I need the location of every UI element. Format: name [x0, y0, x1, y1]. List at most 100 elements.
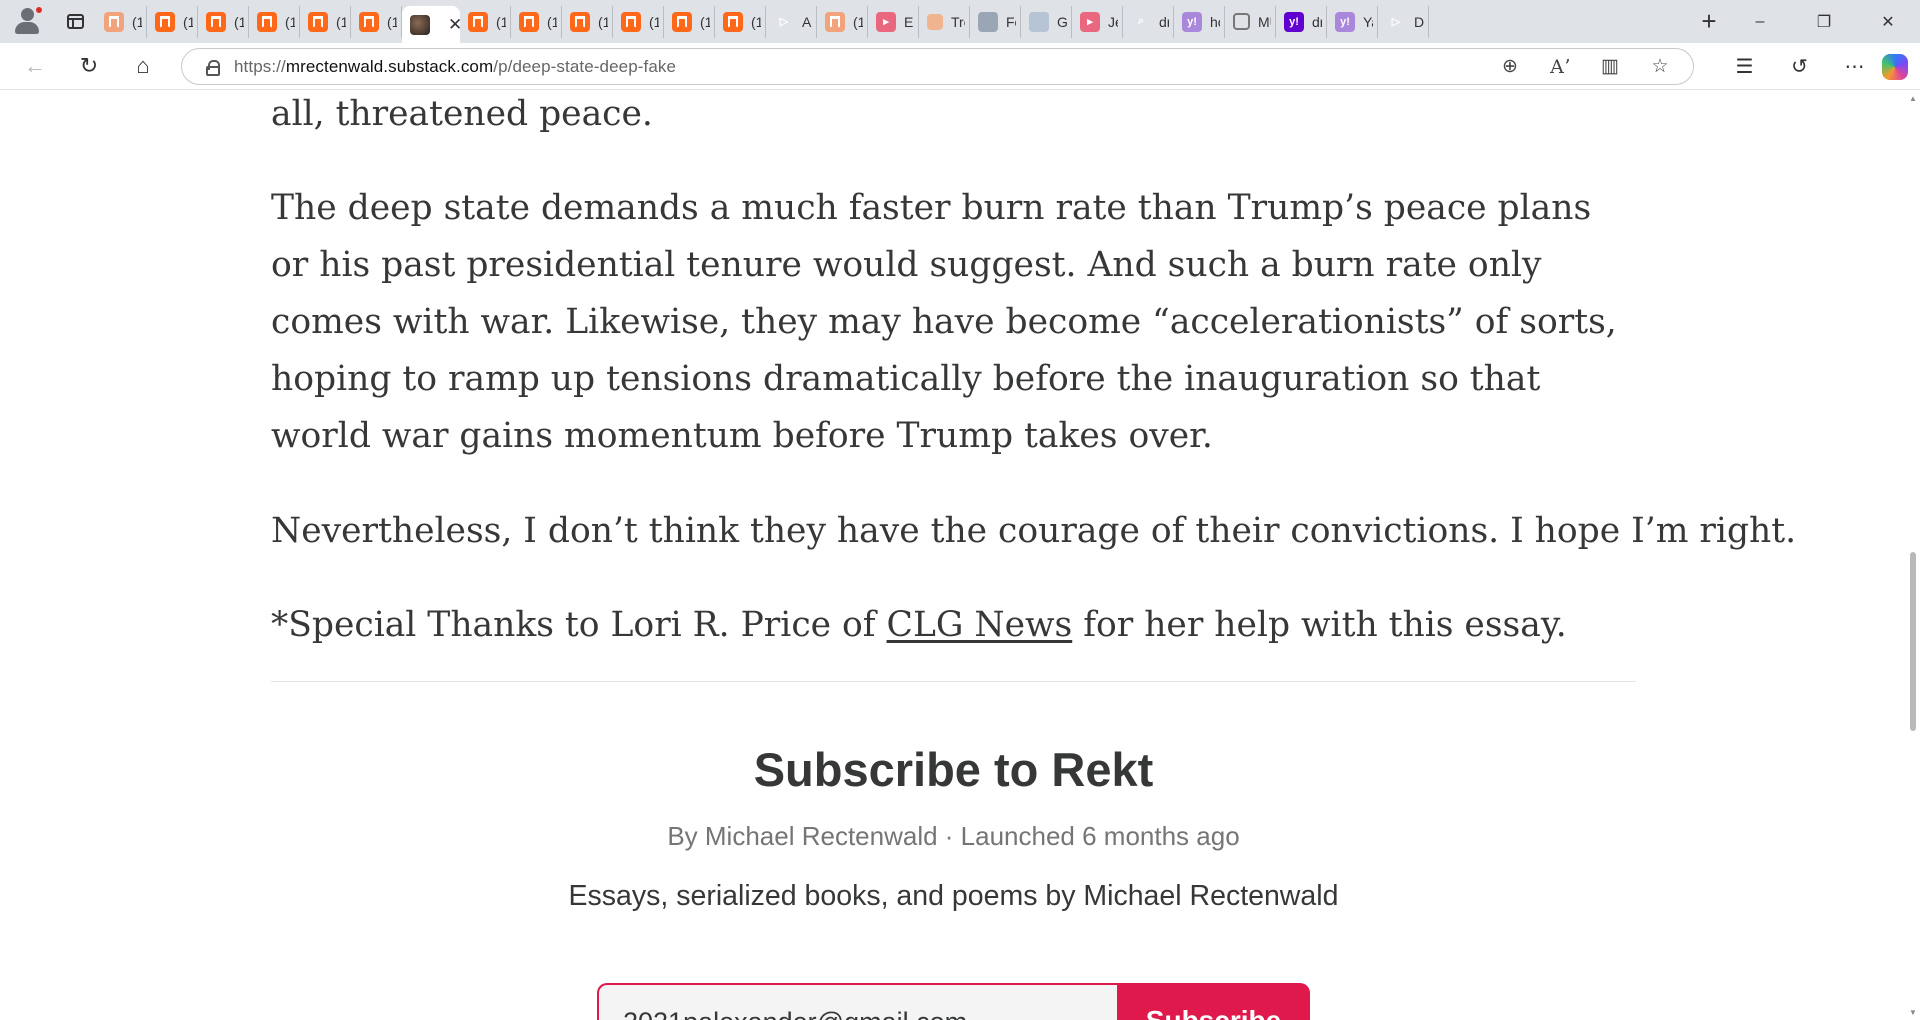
tab[interactable]: ⌕ dru — [1123, 5, 1174, 38]
substack-favicon-icon — [308, 11, 328, 32]
more-menu-icon[interactable]: ⋯ — [1827, 43, 1882, 90]
subscribe-button[interactable]: Subscribe — [1117, 983, 1310, 1020]
lock-icon[interactable] — [206, 59, 220, 76]
paragraph: Nevertheless, I don’t think they have th… — [271, 511, 1797, 551]
tab[interactable]: (10 — [562, 5, 613, 38]
search-favicon-icon: ⌕ — [1137, 15, 1145, 27]
tab[interactable]: ▷ Alt — [766, 5, 817, 38]
tab-title: (10 — [598, 13, 608, 30]
tab-title: MU — [1258, 13, 1271, 30]
profile-avatar-icon[interactable] — [0, 0, 54, 43]
subscribe-title: Subscribe to Rekt — [753, 743, 1154, 796]
tab[interactable]: (10 — [715, 5, 766, 38]
tab[interactable]: Tre — [919, 5, 970, 38]
tab[interactable]: (10 — [300, 5, 351, 38]
acknowledgement-paragraph: *Special Thanks to Lori R. Price of CLG … — [271, 605, 1567, 645]
tab[interactable]: Fo — [970, 5, 1021, 38]
substack-favicon-icon — [359, 11, 379, 32]
back-arrow-icon[interactable]: ← — [12, 43, 58, 90]
tab[interactable]: ▷ Dr. — [1378, 5, 1429, 38]
tab[interactable]: (10 — [664, 5, 715, 38]
tab[interactable]: (10 — [96, 5, 147, 38]
tab-title: (10 — [387, 13, 397, 30]
scrollbar[interactable]: ▲ ▼ — [1905, 91, 1920, 1020]
minimize-icon[interactable]: – — [1728, 0, 1792, 43]
tab[interactable]: ▸ Jer — [1072, 5, 1123, 38]
new-tab-button[interactable]: + — [1690, 0, 1728, 43]
youtube-favicon-icon: ▸ — [876, 11, 896, 32]
substack-favicon-icon — [468, 11, 488, 32]
refresh-icon[interactable]: ↻ — [66, 43, 112, 90]
restore-icon[interactable]: ❐ — [1792, 0, 1856, 43]
tab-title: ho — [1210, 13, 1220, 30]
tab-list: (10 (10 (10 (10 (10 (10 ✕ (10 (10 (10 (10 (10 (10 ▷ Al… — [96, 0, 1690, 43]
tab-title: (10 — [496, 13, 506, 30]
address-url[interactable]: https://mrectenwald.substack.com/p/deep-… — [234, 57, 676, 77]
tab[interactable]: GC — [1021, 5, 1072, 38]
tab[interactable]: (10 — [249, 5, 300, 38]
tab-title: Eas — [904, 13, 914, 30]
tab[interactable]: (10 — [147, 5, 198, 38]
tab-title: Tre — [951, 13, 965, 30]
paragraph: The deep state demands a much faster bur… — [271, 188, 1617, 456]
tab[interactable]: MU — [1225, 5, 1276, 38]
substack-lite-favicon-icon — [825, 11, 845, 32]
tab-active[interactable]: ✕ — [402, 6, 460, 43]
zoom-icon[interactable]: ⊕ — [1485, 49, 1535, 84]
tab-title: Fo — [1006, 13, 1016, 30]
address-bar[interactable]: https://mrectenwald.substack.com/p/deep-… — [181, 48, 1694, 85]
scroll-down-icon[interactable]: ▼ — [1908, 1008, 1918, 1017]
orb-favicon-icon — [927, 13, 943, 30]
tab[interactable]: (10 — [817, 5, 868, 38]
read-aloud-icon[interactable]: Aʼ — [1535, 49, 1585, 84]
subscribe-widget: Subscribe to Rekt By Michael Rectenwald … — [271, 741, 1636, 1020]
tab-title: (10 — [183, 13, 193, 30]
avatar-favicon-icon — [410, 14, 430, 35]
scroll-up-icon[interactable]: ▲ — [1908, 94, 1918, 103]
mu-favicon-icon — [1233, 13, 1250, 30]
immersive-reader-icon[interactable]: ▥ — [1585, 49, 1635, 84]
news-favicon-icon — [978, 11, 998, 32]
favorite-star-icon[interactable]: ☆ — [1635, 49, 1685, 84]
tab-title: dru — [1159, 13, 1169, 30]
tab-title: Alt — [802, 13, 812, 30]
tab[interactable]: y! ho — [1174, 5, 1225, 38]
substack-favicon-icon — [621, 11, 641, 32]
email-input[interactable]: 2021palexander@gmail.com — [597, 983, 1117, 1020]
tab[interactable]: y! dru — [1276, 5, 1327, 38]
favorites-icon[interactable]: ☰ — [1717, 43, 1772, 90]
play-favicon-icon: ▷ — [779, 16, 789, 28]
browser-toolbar: ← ↻ ⌂ https://mrectenwald.substack.com/p… — [0, 43, 1920, 90]
tab-title: (10 — [234, 13, 244, 30]
tab[interactable]: ▸ Eas — [868, 5, 919, 38]
publication-description: Essays, serialized books, and poems by M… — [568, 880, 1339, 912]
tab[interactable]: (10 — [351, 5, 402, 38]
tab-title: (10 — [132, 13, 142, 30]
tab[interactable]: (10 — [198, 5, 249, 38]
tab-strip: (10 (10 (10 (10 (10 (10 ✕ (10 (10 (10 (10 (10 (10 ▷ Al… — [0, 0, 1920, 43]
home-icon[interactable]: ⌂ — [120, 43, 166, 90]
tab-actions-icon[interactable] — [54, 0, 96, 43]
scrollbar-thumb[interactable] — [1910, 552, 1916, 731]
yahoo-lite-favicon-icon: y! — [1182, 11, 1202, 32]
tab[interactable]: (10 — [511, 5, 562, 38]
yahoo-favicon-icon: y! — [1284, 11, 1304, 32]
paragraph: all, threatened peace. — [271, 94, 653, 134]
tab[interactable]: (10 — [613, 5, 664, 38]
substack-favicon-icon — [519, 11, 539, 32]
history-icon[interactable]: ↺ — [1772, 43, 1827, 90]
tab[interactable]: (10 — [460, 5, 511, 38]
close-tab-icon[interactable]: ✕ — [448, 15, 460, 35]
subscribe-form: 2021palexander@gmail.com Subscribe — [597, 983, 1310, 1020]
clg-news-link[interactable]: CLG News — [887, 605, 1073, 645]
tab[interactable]: y! Yal — [1327, 5, 1378, 38]
close-window-icon[interactable]: ✕ — [1856, 0, 1920, 43]
tab-title: (10 — [751, 13, 761, 30]
browser-window: (10 (10 (10 (10 (10 (10 ✕ (10 (10 (10 (10 (10 (10 ▷ Al… — [0, 0, 1920, 1020]
substack-favicon-icon — [672, 11, 692, 32]
tab-title: Dr. — [1414, 13, 1424, 30]
tab-title: dru — [1312, 13, 1322, 30]
substack-favicon-icon — [723, 11, 743, 32]
copilot-icon[interactable] — [1882, 53, 1908, 80]
tab-title: (10 — [547, 13, 557, 30]
